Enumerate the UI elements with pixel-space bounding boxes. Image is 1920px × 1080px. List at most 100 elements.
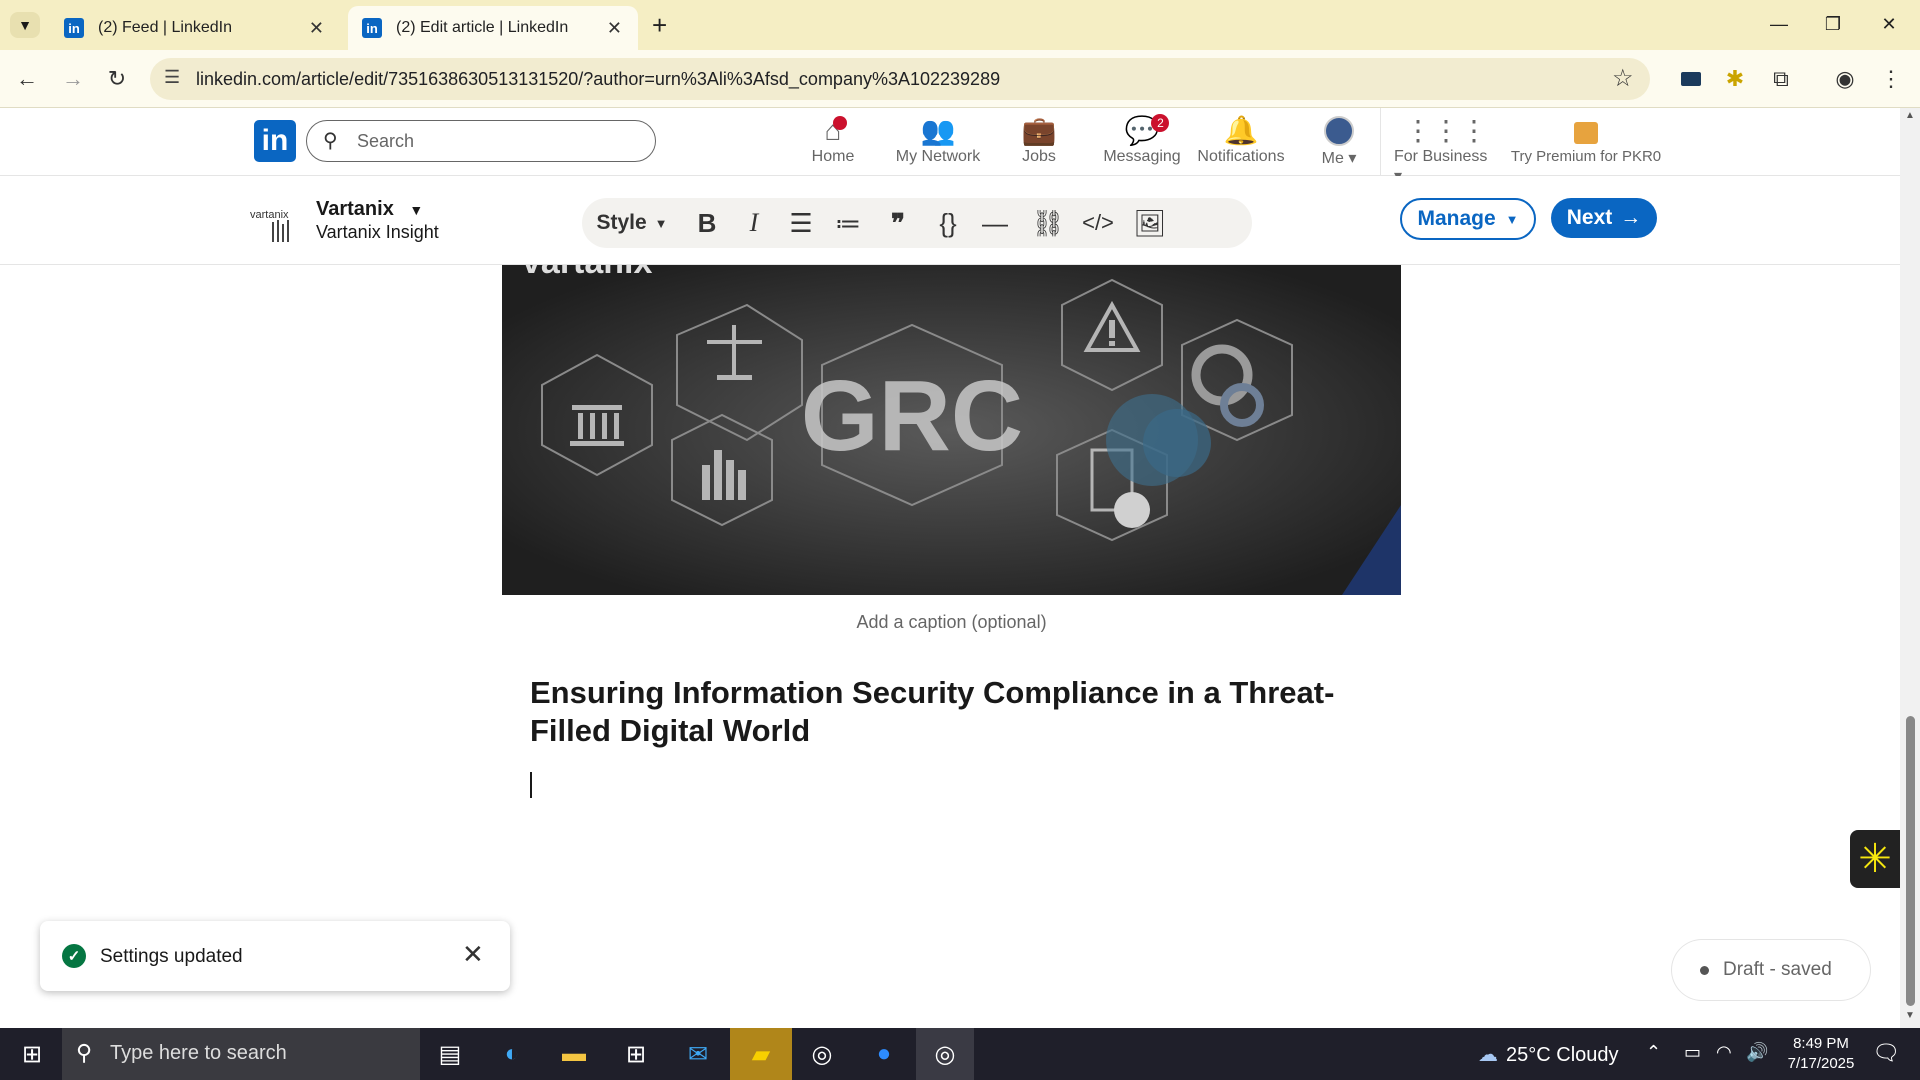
bell-icon: 🔔 [1223,115,1259,146]
restore-icon[interactable]: ❐ [1810,8,1856,40]
extension-sparkle-icon[interactable]: ✱ [1720,64,1750,94]
nav-home[interactable]: ⌂ Home [800,114,866,166]
extensions-puzzle-icon[interactable]: ⧉ [1766,64,1796,94]
toast-message: Settings updated [100,946,243,967]
close-icon[interactable]: ✕ [462,939,484,970]
minimize-icon[interactable]: — [1756,8,1802,40]
extension-wallet-icon[interactable] [1676,64,1706,94]
manage-button[interactable]: Manage ▼ [1400,198,1536,240]
style-dropdown[interactable]: Style ▼ [582,203,682,243]
linkedin-logo-icon[interactable]: in [254,120,296,162]
chevron-down-icon: ▼ [1505,211,1519,227]
cloud-icon: ☁ [1478,1044,1498,1066]
article-editor-bar: vartanix Vartanix ▼ Vartanix Insight Sty… [0,176,1900,265]
close-tab-icon[interactable]: ✕ [309,18,324,39]
nav-try-premium[interactable]: Try Premium for PKR0 [1510,114,1662,165]
nav-label: Try Premium for PKR0 [1510,148,1662,165]
notifications-icon[interactable]: 🗨 [1872,1040,1900,1066]
nav-label: My Network [895,148,981,165]
cover-grc-text: GRC [801,360,1023,472]
chrome-active-icon[interactable]: ◎ [916,1028,974,1080]
company-switcher[interactable]: Vartanix ▼ [316,198,423,221]
mail-icon[interactable]: ✉ [674,1034,722,1074]
new-tab-icon[interactable]: + [652,10,667,41]
grid-icon: ⋮⋮⋮ [1404,115,1488,146]
article-body-editor[interactable] [530,765,1390,805]
forward-icon[interactable]: → [58,64,88,94]
extension-sparkle-widget-icon[interactable]: ✳ [1850,830,1900,888]
article-title[interactable]: Ensuring Information Security Compliance… [530,674,1390,750]
edge-icon[interactable]: ◐ [488,1034,536,1074]
weather-widget[interactable]: ☁ 25°C Cloudy [1478,1042,1619,1067]
company-name: Vartanix [316,198,394,220]
nav-divider [1380,108,1381,176]
nav-label: Jobs [1022,148,1056,165]
linkedin-search-box[interactable]: ⚲ [306,120,656,162]
back-icon[interactable]: ← [12,64,42,94]
link-icon[interactable]: ⛓ [1020,203,1076,243]
taskbar-clock[interactable]: 8:49 PM 7/17/2025 [1776,1034,1866,1074]
embed-code-icon[interactable]: </> [1076,203,1120,243]
scrollbar-thumb[interactable] [1906,716,1915,1006]
chrome-icon[interactable]: ◎ [798,1034,846,1074]
network-icon: 👥 [920,115,956,146]
next-button[interactable]: Next → [1551,198,1657,238]
clock-date: 7/17/2025 [1787,1055,1855,1072]
status-dot-icon [1700,965,1709,975]
site-info-icon[interactable]: ☰ [164,67,180,88]
company-logo-icon[interactable]: vartanix [250,206,306,242]
nav-label: Notifications [1197,148,1285,165]
browser-tab-edit-article[interactable]: in (2) Edit article | LinkedIn ✕ [348,6,638,50]
quote-icon[interactable]: ❞ [870,203,926,243]
messaging-icon: 💬 2 [1125,114,1170,148]
reload-icon[interactable]: ↻ [102,64,132,94]
nav-jobs[interactable]: 💼 Jobs [1010,114,1068,166]
arrow-right-icon: → [1620,206,1642,229]
nav-me[interactable]: Me ▾ [1310,114,1368,168]
windows-start-icon[interactable]: ⊞ [8,1034,56,1074]
chevron-down-icon: ▼ [654,215,668,231]
home-dot-badge [833,116,848,130]
url-text[interactable]: linkedin.com/article/edit/73516386305131… [196,69,1000,90]
bulleted-list-icon[interactable]: ☰ [776,203,826,243]
volume-icon[interactable]: 🔊 [1746,1042,1768,1063]
avatar [1324,116,1354,146]
wifi-icon[interactable]: ◠ [1716,1042,1732,1063]
image-caption-input[interactable]: Add a caption (optional) [502,612,1401,633]
draft-status: Draft - saved [1672,940,1870,1000]
code-block-icon[interactable]: {} [926,203,970,243]
file-explorer-icon[interactable]: ▬ [550,1034,598,1074]
search-input[interactable] [357,129,637,153]
bookmark-star-icon[interactable]: ☆ [1612,64,1634,93]
messaging-badge: 2 [1151,114,1170,132]
nav-my-network[interactable]: 👥 My Network [884,114,992,166]
address-bar[interactable]: ☰ linkedin.com/article/edit/735163863051… [150,58,1650,100]
tab-label: (2) Feed | LinkedIn [98,19,233,36]
microsoft-store-icon[interactable]: ⊞ [612,1034,660,1074]
browser-tab-feed[interactable]: in (2) Feed | LinkedIn ✕ [50,6,340,50]
scroll-down-icon[interactable]: ▼ [1905,1010,1915,1021]
taskbar-search[interactable]: ⚲ Type here to search [62,1028,420,1080]
bold-icon[interactable]: B [682,203,732,243]
divider-icon[interactable]: — [970,203,1020,243]
close-window-icon[interactable]: ✕ [1866,8,1912,40]
tray-chevron-up-icon[interactable]: ⌃ [1646,1042,1661,1063]
browser-tab-strip: ▼ in (2) Feed | LinkedIn ✕ in (2) Edit a… [0,0,1920,50]
close-tab-icon[interactable]: ✕ [607,18,622,39]
battery-icon[interactable]: ▭ [1684,1042,1701,1063]
image-icon[interactable]: 🖼 [1120,203,1180,243]
task-view-icon[interactable]: ▤ [426,1034,474,1074]
jobs-icon: 💼 [1021,115,1057,146]
zoom-icon[interactable]: ● [860,1034,908,1074]
profile-icon[interactable]: ◉ [1830,64,1860,94]
sticky-notes-icon[interactable]: ▰ [730,1028,792,1080]
nav-notifications[interactable]: 🔔 Notifications [1186,114,1296,166]
nav-messaging[interactable]: 💬 2 Messaging [1090,114,1194,166]
menu-kebab-icon[interactable]: ⋮ [1876,64,1906,94]
italic-icon[interactable]: I [732,203,776,243]
company-subtitle: Vartanix Insight [316,222,439,242]
tab-search-chevron-icon[interactable]: ▼ [10,12,40,38]
numbered-list-icon[interactable]: ≔ [826,203,870,243]
scroll-up-icon[interactable]: ▲ [1905,110,1915,121]
article-cover-image[interactable]: GRC vartanix [502,265,1401,595]
